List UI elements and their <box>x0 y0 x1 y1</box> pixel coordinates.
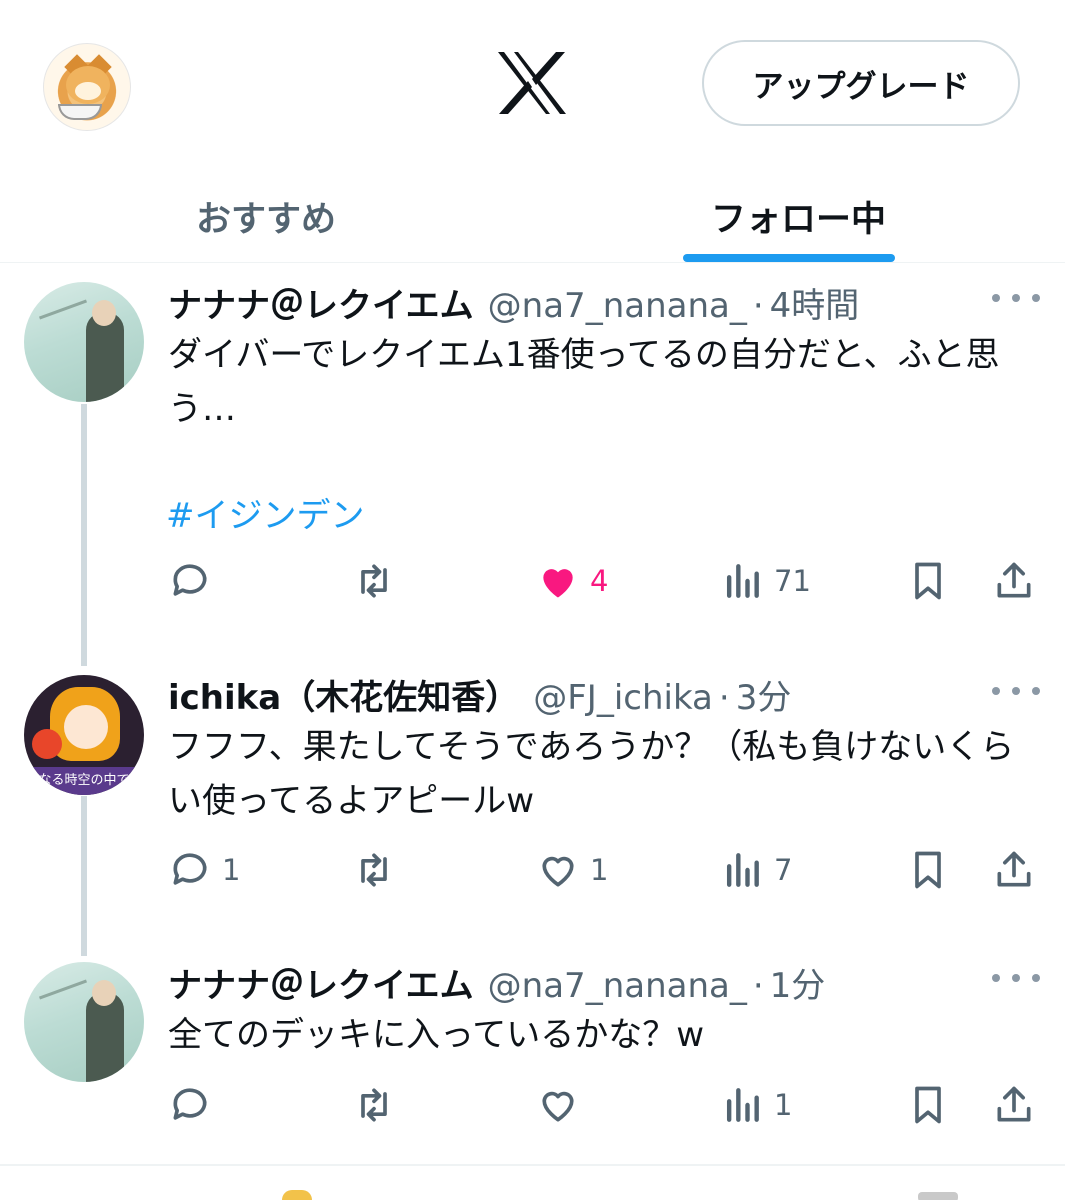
heart-icon <box>542 1091 574 1122</box>
like-count: 1 <box>590 853 609 887</box>
user-handle[interactable]: @FJ_ichika <box>533 678 713 718</box>
avatar-art <box>32 729 62 759</box>
user-handle[interactable]: @na7_nanana_ <box>488 966 747 1006</box>
like-button[interactable] <box>536 1080 590 1130</box>
separator-dot: · <box>718 678 730 718</box>
dog-muzzle <box>75 82 101 100</box>
tweet-text: 全てのデッキに入っているかな？w <box>168 1015 705 1055</box>
reply-count: 1 <box>222 853 241 887</box>
tweet-header: ナナナ＠レクイエム @na7_nanana_ · 1分 <box>168 958 825 1006</box>
share-button[interactable] <box>992 556 1036 606</box>
heart-filled-icon <box>543 569 573 598</box>
bookmark-button[interactable] <box>906 845 950 895</box>
noodle-bowl <box>58 104 102 120</box>
view-count: 1 <box>774 1088 793 1122</box>
more-options-icon[interactable] <box>992 294 1040 306</box>
display-name[interactable]: ナナナ＠レクイエム <box>168 278 474 327</box>
tweet-header: ichika（木花佐知香） @FJ_ichika · 3分 <box>168 670 791 718</box>
bookmark-icon <box>915 562 941 600</box>
profile-avatar[interactable] <box>43 43 131 131</box>
upgrade-button[interactable]: アップグレード <box>702 40 1020 126</box>
tab-recommended[interactable]: おすすめ <box>0 170 532 263</box>
bookmark-icon <box>915 851 941 889</box>
timestamp[interactable]: 3分 <box>736 670 792 719</box>
like-button[interactable]: 4 <box>536 556 608 606</box>
top-bar: アップグレード <box>0 0 1065 170</box>
next-item-peek <box>918 1192 958 1200</box>
reply-button[interactable]: 1 <box>168 845 240 895</box>
next-item-peek <box>282 1190 312 1200</box>
timestamp[interactable]: 4時間 <box>770 278 860 327</box>
display-name[interactable]: ichika（木花佐知香） <box>168 670 519 719</box>
views-icon <box>726 853 759 887</box>
bookmark-button[interactable] <box>906 1080 950 1130</box>
avatar[interactable] <box>24 282 144 402</box>
bookmark-icon <box>915 1086 941 1124</box>
reply-icon <box>173 853 207 885</box>
avatar[interactable] <box>24 962 144 1082</box>
share-button[interactable] <box>992 1080 1036 1130</box>
display-name[interactable]: ナナナ＠レクイエム <box>168 958 474 1007</box>
tab-following[interactable]: フォロー中 <box>532 170 1065 263</box>
reply-icon <box>173 1088 207 1120</box>
tweet-actions: 1 1 7 <box>0 845 1065 895</box>
avatar[interactable]: なる時空の中で <box>24 675 144 795</box>
tweet-header: ナナナ＠レクイエム @na7_nanana_ · 4時間 <box>168 278 859 326</box>
bookmark-button[interactable] <box>906 556 950 606</box>
heart-icon <box>542 856 574 887</box>
timeline-tabs: おすすめ フォロー中 <box>0 170 1065 263</box>
avatar-banner-text: なる時空の中で <box>24 767 144 795</box>
avatar-art <box>92 980 116 1006</box>
view-count: 7 <box>774 853 793 887</box>
retweet-icon <box>361 564 387 598</box>
views-button[interactable]: 7 <box>720 845 792 895</box>
separator-dot: · <box>752 286 764 326</box>
views-button[interactable]: 71 <box>720 556 811 606</box>
tweet-text: フフフ、果たしてそうであろうか？（私も負けないくらい使ってるよアピールw <box>168 727 1015 821</box>
active-tab-indicator <box>683 254 895 262</box>
share-icon <box>997 851 1031 887</box>
retweet-button[interactable] <box>352 1080 406 1130</box>
tweet-actions: 1 <box>0 1080 1065 1130</box>
retweet-button[interactable] <box>352 845 406 895</box>
retweet-icon <box>361 853 387 887</box>
divider <box>0 1164 1065 1166</box>
views-icon <box>726 564 759 598</box>
share-button[interactable] <box>992 845 1036 895</box>
reply-icon <box>173 564 207 596</box>
share-icon <box>997 562 1031 598</box>
hashtag-link[interactable]: #イジンデン <box>166 488 365 537</box>
avatar-art <box>64 705 108 749</box>
avatar-art <box>38 299 88 320</box>
retweet-button[interactable] <box>352 556 406 606</box>
views-button[interactable]: 1 <box>720 1080 792 1130</box>
tweet-actions: 4 71 <box>0 556 1065 606</box>
user-handle[interactable]: @na7_nanana_ <box>488 286 747 326</box>
more-options-icon[interactable] <box>992 974 1040 986</box>
reply-button[interactable] <box>168 1080 222 1130</box>
retweet-icon <box>361 1088 387 1122</box>
timestamp[interactable]: 1分 <box>770 958 826 1007</box>
avatar-art <box>38 979 88 1000</box>
tweet-text: ダイバーでレクイエム1番使ってるの自分だと、ふと思う… <box>168 335 1000 429</box>
reply-button[interactable] <box>168 556 222 606</box>
x-logo-icon[interactable] <box>496 50 568 116</box>
views-icon <box>726 1088 759 1122</box>
more-options-icon[interactable] <box>992 687 1040 699</box>
avatar-art <box>92 300 116 326</box>
thread-connector-line <box>81 404 87 666</box>
separator-dot: · <box>752 966 764 1006</box>
view-count: 71 <box>774 564 811 598</box>
like-count: 4 <box>590 564 609 598</box>
share-icon <box>997 1086 1031 1122</box>
like-button[interactable]: 1 <box>536 845 608 895</box>
